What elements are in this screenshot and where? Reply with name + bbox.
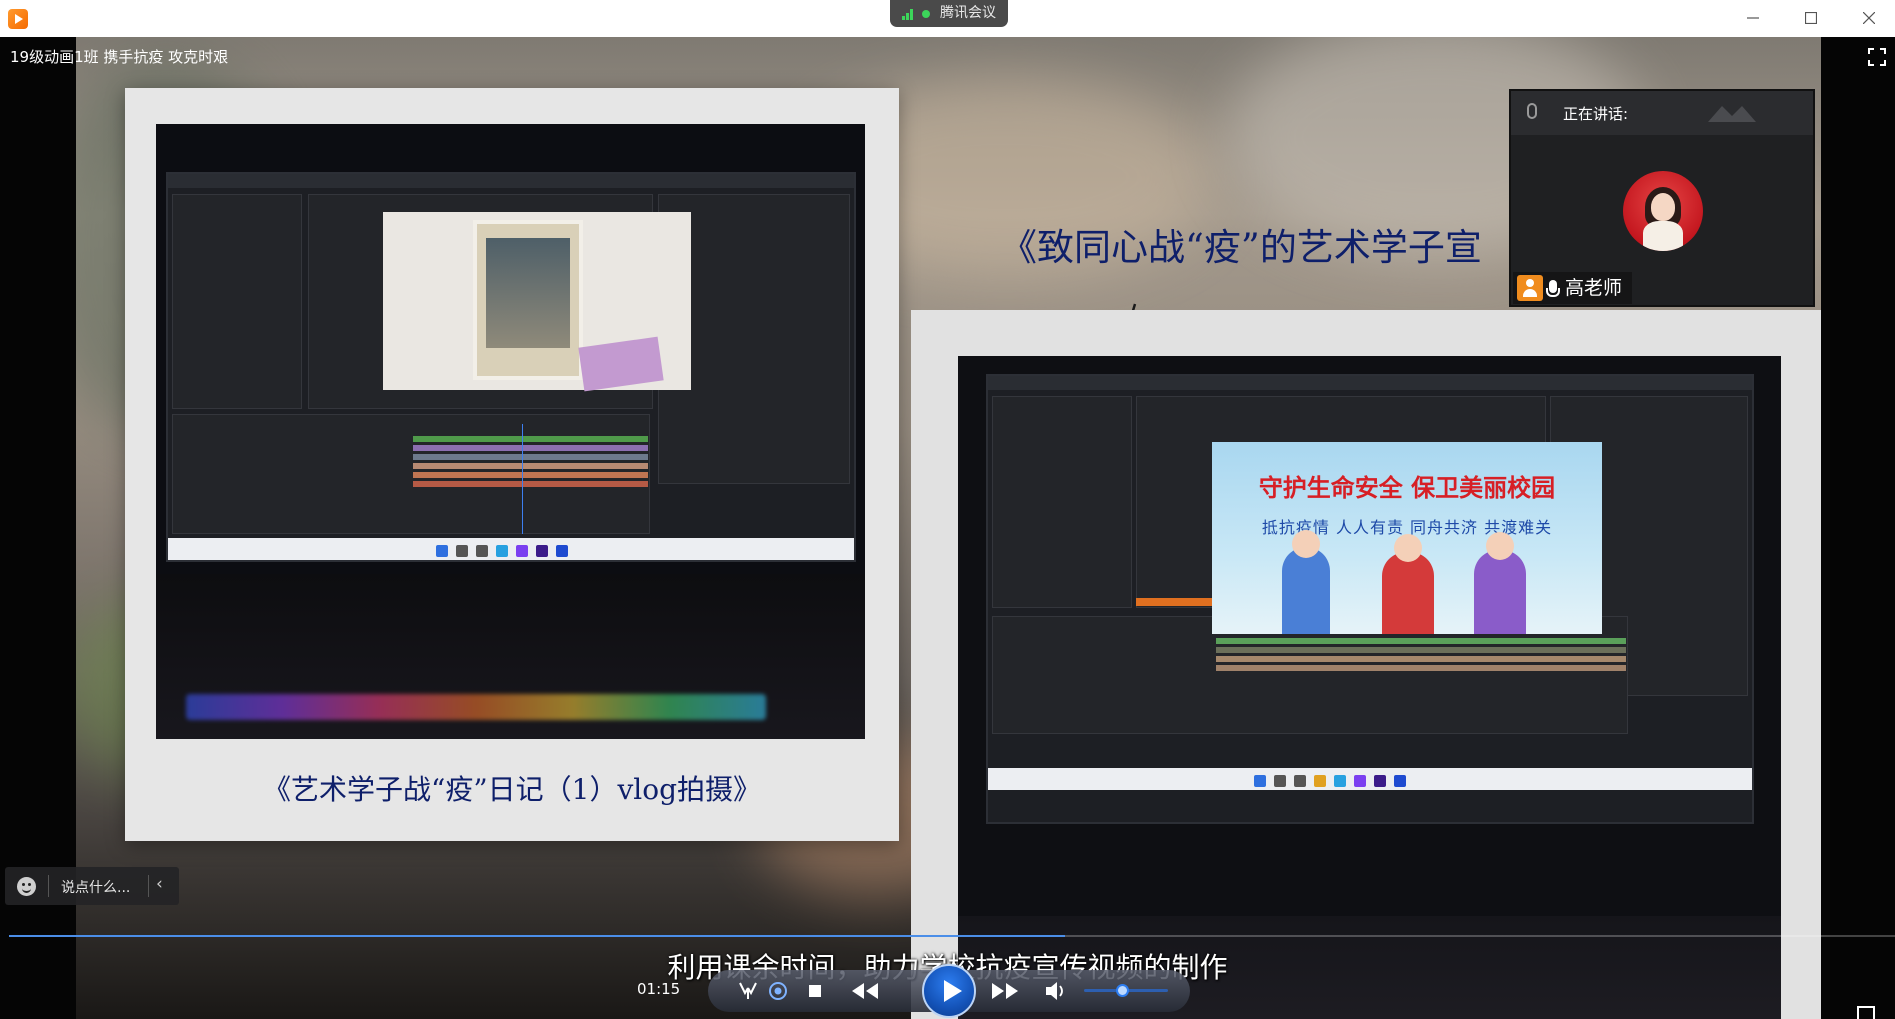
fast-forward-icon[interactable] — [988, 970, 1022, 1012]
volume-slider-handle[interactable] — [1115, 984, 1129, 997]
loop-mode-icon[interactable] — [736, 970, 760, 1012]
player-controls — [708, 964, 1190, 1018]
speaker-name: 高老师 — [1565, 277, 1623, 299]
left-photo-caption: 《艺术学子战“疫”日记（1）vlog拍摄》 — [263, 773, 761, 806]
window-title-bar: 腾讯会议 — [0, 0, 1895, 37]
tencent-video-app-icon — [8, 9, 28, 29]
microphone-icon — [1527, 103, 1537, 119]
close-button[interactable] — [1846, 0, 1892, 37]
playback-progress-bar[interactable] — [9, 935, 1895, 937]
connection-status-dot — [922, 10, 930, 18]
campaign-headline: 守护生命安全 保卫美丽校园 — [1258, 473, 1556, 502]
tencent-meeting-chip[interactable]: 腾讯会议 — [890, 0, 1008, 27]
playback-time: 01:15 — [637, 980, 681, 998]
meeting-label: 腾讯会议 — [940, 5, 996, 21]
volume-slider[interactable] — [1084, 984, 1168, 997]
volume-icon[interactable] — [1044, 970, 1068, 1012]
active-speaker-panel[interactable]: 正在讲话: 高老师 — [1509, 89, 1815, 307]
chat-divider-2 — [148, 875, 149, 897]
tencent-meeting-logo-icon — [1708, 106, 1756, 122]
play-button[interactable] — [922, 964, 976, 1018]
shared-screen-stage: 19级动画1班 携手抗疫 攻克时艰 《艺术学子战“疫”日记（1）vlog拍摄》 … — [0, 37, 1895, 1019]
speaker-mic-icon — [1546, 280, 1560, 297]
vlog-photo-card: 《艺术学子战“疫”日记（1）vlog拍摄》 — [125, 88, 899, 841]
speaker-name-tag: 高老师 — [1513, 272, 1633, 304]
playback-progress-fill — [9, 935, 1066, 937]
maximize-button[interactable] — [1788, 0, 1834, 37]
laptop-editing-photo — [156, 124, 865, 739]
chat-input[interactable]: 说点什么... — [61, 877, 130, 897]
speaker-panel-header: 正在讲话: — [1511, 91, 1813, 135]
record-icon[interactable] — [766, 970, 790, 1012]
meeting-title: 19级动画1班 携手抗疫 攻克时艰 — [10, 48, 229, 66]
stop-icon[interactable] — [808, 970, 824, 1012]
speaker-avatar — [1623, 171, 1703, 251]
user-icon — [1517, 275, 1543, 301]
chat-input-bar[interactable]: 说点什么... ‹ — [5, 867, 179, 905]
emoji-icon[interactable] — [17, 877, 36, 896]
campaign-photo-card — [911, 310, 1821, 1019]
chat-divider — [48, 875, 49, 897]
campaign-poster-preview: 守护生命安全 保卫美丽校园 抵抗疫情 人人有责 同舟共济 共渡难关 — [1212, 442, 1602, 634]
picture-in-picture-icon[interactable] — [1857, 1006, 1875, 1019]
rewind-icon[interactable] — [848, 970, 882, 1012]
minimize-button[interactable] — [1730, 0, 1776, 37]
minimize-icon — [1747, 17, 1759, 19]
speaking-label: 正在讲话: — [1563, 105, 1629, 123]
maximize-icon — [1804, 11, 1818, 25]
close-icon — [1862, 11, 1876, 25]
right-photo-title: 《致同心战“疫”的艺术学子宣 — [1000, 226, 1482, 269]
fullscreen-icon[interactable] — [1868, 48, 1886, 66]
after-effects-screen — [166, 172, 856, 562]
signal-strength-icon — [902, 9, 916, 20]
chevron-left-icon[interactable]: ‹ — [156, 874, 163, 894]
